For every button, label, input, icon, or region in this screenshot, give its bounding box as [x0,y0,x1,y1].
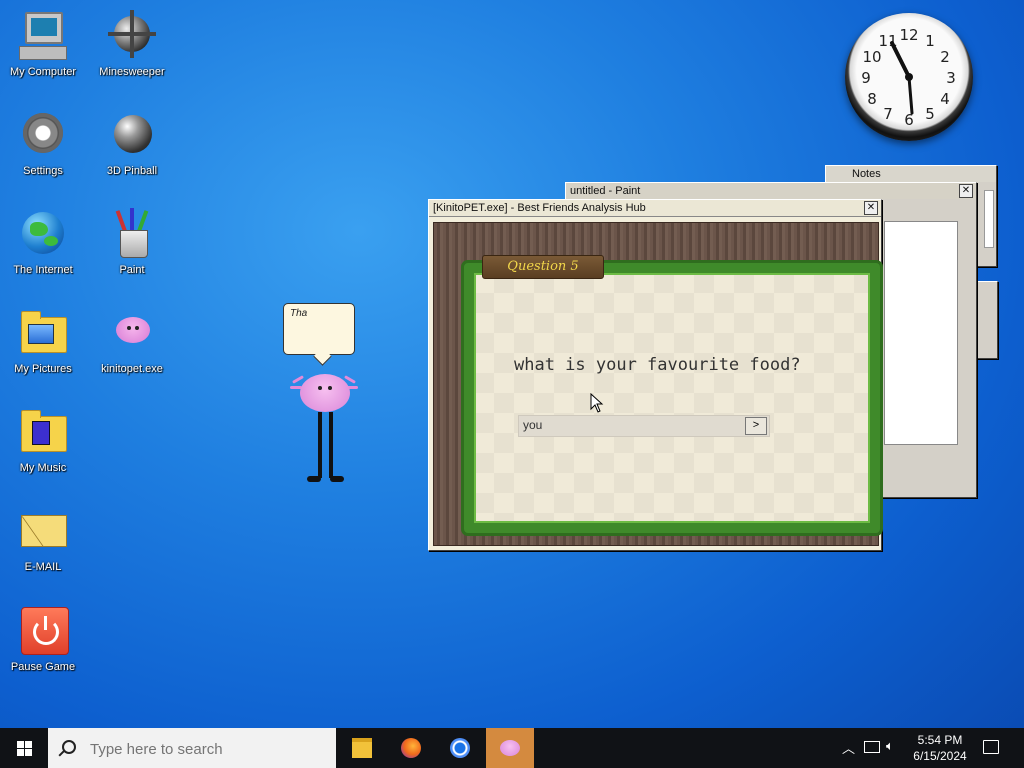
desktop-icon-label: 3D Pinball [106,165,158,177]
taskbar: ︿ 🔈︎ 5:54 PM 6/15/2024 [0,728,1024,768]
computer-icon [17,10,69,62]
speech-bubble: Tha [283,303,355,355]
start-button[interactable] [0,728,48,768]
desktop-icon-3d-pinball[interactable]: 3D Pinball [92,109,172,177]
pinball-icon [106,109,158,161]
desktop-icon-pause-game[interactable]: Pause Game [3,605,83,673]
window-title: Notes [852,168,881,180]
mouse-cursor-icon [590,393,604,413]
desktop-icon-my-pictures[interactable]: My Pictures [3,307,83,375]
answer-input[interactable] [519,416,747,434]
paint-icon [106,208,158,260]
buddy-foot [307,476,321,482]
desktop-icon-kinitopet[interactable]: kinitopet.exe [92,307,172,375]
paint-canvas[interactable] [884,221,958,445]
desktop-icon-paint[interactable]: Paint [92,208,172,276]
network-icon[interactable] [864,741,880,753]
close-button[interactable]: ✕ [959,184,973,198]
desktop-icon-label: kinitopet.exe [101,363,163,375]
taskbar-time: 5:54 PM [917,733,963,747]
submit-button[interactable]: > [745,417,767,435]
desktop-icon-my-computer[interactable]: My Computer [3,10,83,78]
windows-logo-part [17,749,24,756]
desktop-icon-label: Paint [119,264,145,276]
windows-logo-part [25,741,32,748]
envelope-icon [17,505,69,557]
taskbar-kinitopet[interactable] [486,728,534,768]
taskbar-clock[interactable]: 5:54 PM 6/15/2024 [906,732,974,764]
desktop-icon-label: Pause Game [10,661,76,673]
window-title: [KinitoPET.exe] - Best Friends Analysis … [433,202,646,214]
question-text: what is your favourite food? [514,355,801,375]
windows-logo-icon [17,741,24,748]
window-title: untitled - Paint [570,185,641,197]
desktop-icon-the-internet[interactable]: The Internet [3,208,83,276]
desktop-icon-settings[interactable]: Settings [3,109,83,177]
pictures-folder-icon [17,307,69,359]
notes-titlebar[interactable]: Notes [826,166,996,182]
desktop-icon-minesweeper[interactable]: Minesweeper [92,10,172,78]
notes-window-lower[interactable] [976,281,998,359]
music-folder-icon [17,406,69,458]
buddy-leg [329,412,333,478]
taskbar-date: 6/15/2024 [913,749,967,763]
wood-background: Question 5 what is your favourite food? … [433,222,880,546]
windows-logo-part [25,749,32,756]
buddy-axolotl[interactable] [300,374,350,412]
taskbar-file-explorer[interactable] [338,728,386,768]
clock-widget: 12 1 2 3 4 5 6 7 8 9 10 11 [845,13,973,141]
power-icon [17,605,69,657]
taskbar-firefox[interactable] [387,728,435,768]
desktop-icon-label: E-MAIL [24,561,62,573]
browser-icon [450,738,470,758]
question-board [464,263,880,533]
desktop-icon-label: My Music [19,462,67,474]
notifications-icon[interactable] [983,740,999,754]
folder-icon [352,738,372,758]
desktop-icon-label: The Internet [13,264,73,276]
gear-icon [17,109,69,161]
axolotl-icon [500,740,520,756]
taskbar-search[interactable] [48,728,336,768]
axolotl-icon [106,307,158,359]
clock-hands [890,41,914,115]
desktop-icon-my-music[interactable]: My Music [3,406,83,474]
globe-icon [17,208,69,260]
kinito-titlebar[interactable]: [KinitoPET.exe] - Best Friends Analysis … [429,200,881,217]
buddy-foot [330,476,344,482]
search-icon [62,740,76,754]
mine-icon [106,10,158,62]
desktop-icon-label: Minesweeper [99,66,165,78]
taskbar-chrome[interactable] [436,728,484,768]
desktop-icon-label: My Computer [9,66,77,78]
volume-muted-icon[interactable]: 🔈︎ [886,738,894,754]
chevron-up-icon[interactable]: ︿ [842,738,855,757]
notes-scrollbar[interactable] [984,190,994,248]
desktop-icon-label: Settings [23,165,63,177]
close-button[interactable]: ✕ [864,201,878,215]
search-input[interactable] [88,738,322,760]
desktop-icon-label: My Pictures [14,363,72,375]
answer-field[interactable]: > [518,415,770,437]
firefox-icon [401,738,421,758]
question-tag: Question 5 [482,255,604,279]
buddy-leg [318,412,322,478]
paint-titlebar[interactable]: untitled - Paint ✕ [566,183,976,199]
kinito-window[interactable]: [KinitoPET.exe] - Best Friends Analysis … [428,199,882,551]
desktop-icon-email[interactable]: E-MAIL [3,505,83,573]
buddy-gill [292,375,304,384]
